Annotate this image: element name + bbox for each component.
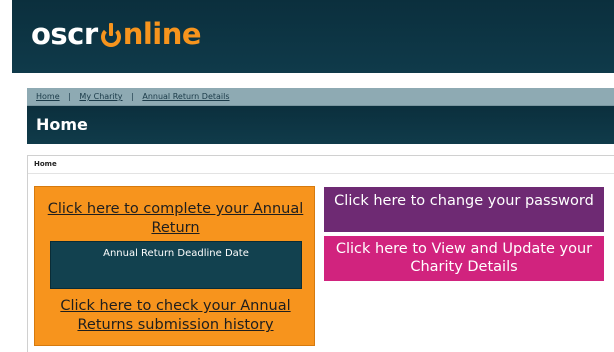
view-update-charity-button[interactable]: Click here to View and Update your Chari… bbox=[324, 236, 604, 281]
breadcrumb-my-charity-link[interactable]: My Charity bbox=[79, 92, 122, 101]
annual-return-panel: Click here to complete your Annual Retur… bbox=[34, 186, 315, 346]
breadcrumb-separator: | bbox=[131, 92, 134, 101]
logo-text-online: nline bbox=[122, 17, 202, 51]
breadcrumb-annual-return-link[interactable]: Annual Return Details bbox=[142, 92, 229, 101]
page-title-bar: Home bbox=[27, 106, 614, 144]
page-title: Home bbox=[36, 115, 88, 134]
logo-text-oscr: oscr bbox=[31, 17, 98, 51]
breadcrumb-separator: | bbox=[68, 92, 71, 101]
deadline-label: Annual Return Deadline Date bbox=[103, 248, 249, 259]
breadcrumb: Home | My Charity | Annual Return Detail… bbox=[27, 88, 614, 106]
change-password-button[interactable]: Click here to change your password bbox=[324, 187, 604, 232]
breadcrumb-home-link[interactable]: Home bbox=[36, 92, 60, 101]
power-icon bbox=[100, 23, 122, 47]
page-margin bbox=[0, 0, 12, 352]
oscr-online-logo[interactable]: oscr nline bbox=[31, 16, 202, 52]
site-header: oscr nline bbox=[12, 0, 614, 73]
complete-annual-return-link[interactable]: Click here to complete your Annual Retur… bbox=[35, 200, 316, 238]
deadline-date-box: Annual Return Deadline Date bbox=[50, 241, 302, 289]
submission-history-link[interactable]: Click here to check your Annual Returns … bbox=[35, 297, 316, 335]
content-breadcrumb: Home bbox=[28, 156, 614, 174]
